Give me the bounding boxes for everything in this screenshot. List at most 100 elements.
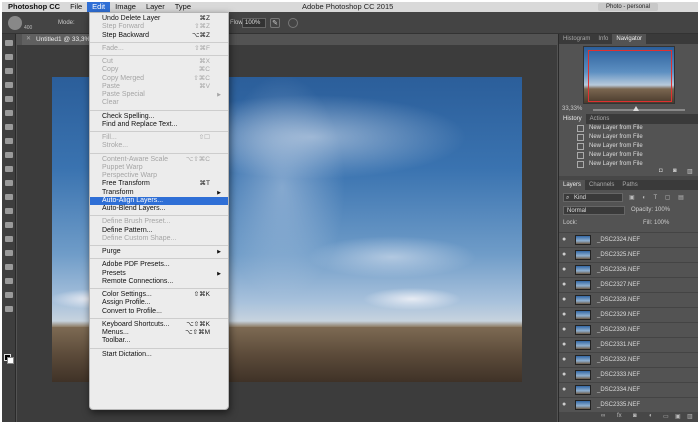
history-item[interactable]: New Layer from File bbox=[559, 124, 698, 133]
menu-item[interactable]: Adobe PDF Presets... bbox=[90, 261, 228, 269]
layer-row[interactable]: ● _DSC2330.NEF bbox=[559, 322, 698, 336]
menu-item[interactable]: Color Settings... ⇧⌘K bbox=[90, 291, 228, 299]
history-item[interactable]: New Layer from File bbox=[559, 151, 698, 160]
tab-paths[interactable]: Paths bbox=[618, 180, 641, 190]
stamp-tool-icon[interactable] bbox=[5, 152, 13, 158]
menu-item[interactable]: Remote Connections... bbox=[90, 278, 228, 286]
layer-row[interactable]: ● _DSC2329.NEF bbox=[559, 307, 698, 321]
layer-row[interactable]: ● _DSC2328.NEF bbox=[559, 292, 698, 306]
shape-tool-icon[interactable] bbox=[5, 278, 13, 284]
tab-layers[interactable]: Layers bbox=[559, 180, 586, 190]
adjustment-icon[interactable]: ◐ bbox=[649, 413, 653, 419]
eye-icon[interactable]: ● bbox=[562, 266, 566, 273]
navigator-zoom[interactable]: 33,33% bbox=[562, 106, 582, 112]
layer-row[interactable]: ● _DSC2333.NEF bbox=[559, 367, 698, 381]
navigator-zoom-knob[interactable] bbox=[633, 106, 639, 111]
navigator-zoom-slider[interactable] bbox=[593, 109, 685, 111]
airbrush-icon[interactable]: ✎ bbox=[270, 18, 280, 28]
menu-item[interactable]: Check Spelling... bbox=[90, 113, 228, 121]
eye-icon[interactable]: ● bbox=[562, 401, 566, 408]
crop-tool-icon[interactable] bbox=[5, 96, 13, 102]
eye-icon[interactable]: ● bbox=[562, 386, 566, 393]
eye-icon[interactable]: ● bbox=[562, 296, 566, 303]
menu-image[interactable]: Image bbox=[110, 2, 141, 12]
brush-preset-icon[interactable] bbox=[8, 16, 22, 30]
layer-row[interactable]: ● _DSC2325.NEF bbox=[559, 247, 698, 261]
fill-field[interactable]: Fill: 100% bbox=[643, 220, 669, 226]
menu-app[interactable]: Photoshop CC bbox=[2, 2, 65, 12]
close-tab-icon[interactable]: ✕ bbox=[26, 34, 31, 45]
eye-icon[interactable]: ● bbox=[562, 236, 566, 243]
history-item[interactable]: New Layer from File bbox=[559, 133, 698, 142]
menu-item[interactable]: Free Transform ⌘T bbox=[90, 180, 228, 188]
layer-row[interactable]: ● _DSC2335.NEF bbox=[559, 397, 698, 411]
gradient-tool-icon[interactable] bbox=[5, 194, 13, 200]
eye-icon[interactable]: ● bbox=[562, 251, 566, 258]
eye-icon[interactable]: ● bbox=[562, 341, 566, 348]
menu-item[interactable]: Auto-Blend Layers... bbox=[90, 205, 228, 213]
pen-tool-icon[interactable] bbox=[5, 236, 13, 242]
dodge-tool-icon[interactable] bbox=[5, 222, 13, 228]
link-icon[interactable]: ∞ bbox=[601, 413, 605, 419]
marquee-tool-icon[interactable] bbox=[5, 54, 13, 60]
menu-item[interactable]: Find and Replace Text... bbox=[90, 121, 228, 129]
workspace-switcher[interactable]: Photo - personal bbox=[598, 3, 658, 11]
menu-item[interactable]: Step Backward ⌥⌘Z bbox=[90, 32, 228, 40]
menu-item[interactable]: Purge ▶ bbox=[90, 248, 228, 256]
menu-item[interactable]: Presets ▶ bbox=[90, 270, 228, 278]
layer-filter-icons[interactable]: ▣ ◐ T ▢ ▤ bbox=[629, 194, 687, 201]
blend-mode-select[interactable]: Normal bbox=[563, 206, 625, 215]
trash-icon[interactable]: ▥ bbox=[687, 168, 693, 175]
tab-navigator[interactable]: Navigator bbox=[612, 34, 647, 44]
menu-layer[interactable]: Layer bbox=[141, 2, 170, 12]
menu-item[interactable]: Toolbar... bbox=[90, 337, 228, 345]
menu-item[interactable]: Start Dictation... bbox=[90, 351, 228, 359]
menu-item[interactable]: Assign Profile... bbox=[90, 299, 228, 307]
menu-item[interactable]: Keyboard Shortcuts... ⌥⇧⌘K bbox=[90, 321, 228, 329]
healing-tool-icon[interactable] bbox=[5, 124, 13, 130]
layer-row[interactable]: ● _DSC2331.NEF bbox=[559, 337, 698, 351]
menu-item[interactable]: Menus... ⌥⇧⌘M bbox=[90, 329, 228, 337]
eye-icon[interactable]: ● bbox=[562, 311, 566, 318]
menu-item[interactable]: Undo Delete Layer ⌘Z bbox=[90, 15, 228, 23]
hand-tool-icon[interactable] bbox=[5, 292, 13, 298]
pressure-icon[interactable] bbox=[288, 18, 298, 28]
tab-history[interactable]: History bbox=[559, 114, 586, 124]
menu-item[interactable]: Auto-Align Layers... bbox=[90, 196, 228, 205]
eye-icon[interactable]: ● bbox=[562, 371, 566, 378]
eye-icon[interactable]: ● bbox=[562, 356, 566, 363]
history-item[interactable]: New Layer from File bbox=[559, 142, 698, 151]
quick-select-tool-icon[interactable] bbox=[5, 82, 13, 88]
path-select-tool-icon[interactable] bbox=[5, 264, 13, 270]
navigator-thumbnail[interactable] bbox=[583, 46, 675, 104]
eraser-tool-icon[interactable] bbox=[5, 180, 13, 186]
mask-icon[interactable]: ◙ bbox=[633, 413, 637, 419]
eye-icon[interactable]: ● bbox=[562, 326, 566, 333]
menu-file[interactable]: File bbox=[65, 2, 87, 12]
lasso-tool-icon[interactable] bbox=[5, 68, 13, 74]
brush-tool-icon[interactable] bbox=[5, 138, 13, 144]
layer-row[interactable]: ● _DSC2332.NEF bbox=[559, 352, 698, 366]
type-tool-icon[interactable] bbox=[5, 250, 13, 256]
tab-histogram[interactable]: Histogram bbox=[559, 34, 594, 44]
move-tool-icon[interactable] bbox=[5, 40, 13, 46]
menu-item[interactable]: Convert to Profile... bbox=[90, 308, 228, 316]
trash-icon[interactable]: ▥ bbox=[687, 413, 693, 420]
blur-tool-icon[interactable] bbox=[5, 208, 13, 214]
tab-info[interactable]: Info bbox=[594, 34, 612, 44]
menu-item[interactable]: Define Pattern... bbox=[90, 227, 228, 235]
eye-icon[interactable]: ● bbox=[562, 281, 566, 288]
layer-row[interactable]: ● _DSC2324.NEF bbox=[559, 232, 698, 246]
opacity-field[interactable]: Opacity: 100% bbox=[631, 207, 670, 213]
folder-icon[interactable]: ▭ bbox=[663, 413, 669, 420]
tab-channels[interactable]: Channels bbox=[585, 180, 618, 190]
camera-icon[interactable]: ◙ bbox=[673, 168, 677, 174]
navigator-view-box[interactable] bbox=[588, 50, 672, 102]
menu-item[interactable]: Transform ▶ bbox=[90, 189, 228, 197]
menu-edit[interactable]: Edit bbox=[87, 2, 111, 12]
layer-row[interactable]: ● _DSC2326.NEF bbox=[559, 262, 698, 276]
fx-icon[interactable]: fx bbox=[617, 413, 622, 419]
history-brush-tool-icon[interactable] bbox=[5, 166, 13, 172]
tab-actions[interactable]: Actions bbox=[586, 114, 614, 124]
zoom-tool-icon[interactable] bbox=[5, 306, 13, 312]
